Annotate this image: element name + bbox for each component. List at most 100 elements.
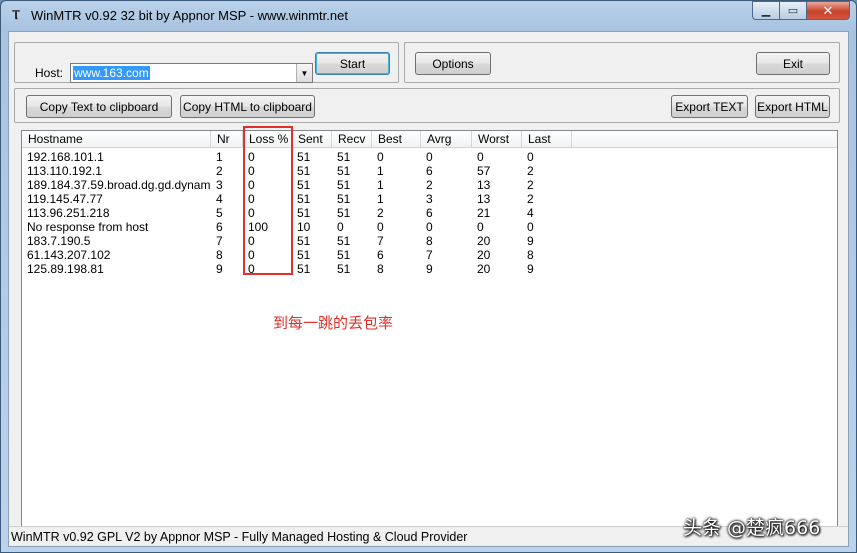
cell-loss: 100 xyxy=(248,220,269,234)
cell-best: 1 xyxy=(377,192,384,206)
cell-hostname: 125.89.198.81 xyxy=(27,262,104,276)
cell-nr: 3 xyxy=(216,178,223,192)
title-bar[interactable]: Ⲧ WinMTR v0.92 32 bit by Appnor MSP - ww… xyxy=(1,1,856,30)
cell-best: 0 xyxy=(377,150,384,164)
cell-nr: 1 xyxy=(216,150,223,164)
cell-nr: 7 xyxy=(216,234,223,248)
cell-recv: 51 xyxy=(337,178,351,192)
cell-last: 2 xyxy=(527,178,534,192)
cell-last: 2 xyxy=(527,192,534,206)
column-header-best[interactable]: Best xyxy=(372,131,421,148)
options-button[interactable]: Options xyxy=(415,52,491,75)
cell-avrg: 0 xyxy=(426,220,433,234)
cell-best: 7 xyxy=(377,234,384,248)
column-header-sent[interactable]: Sent xyxy=(292,131,332,148)
cell-last: 2 xyxy=(527,164,534,178)
table-row[interactable]: 113.96.251.218 5 0 51 51 2 6 21 4 xyxy=(22,206,837,220)
cell-loss: 0 xyxy=(248,262,255,276)
cell-worst: 0 xyxy=(477,150,484,164)
start-button[interactable]: Start xyxy=(315,52,390,75)
column-header-avrg[interactable]: Avrg xyxy=(421,131,472,148)
cell-last: 9 xyxy=(527,262,534,276)
cell-avrg: 3 xyxy=(426,192,433,206)
table-row[interactable]: 125.89.198.81 9 0 51 51 8 9 20 9 xyxy=(22,262,837,276)
minimize-button[interactable]: ▁ xyxy=(752,1,779,20)
table-row[interactable]: No response from host 6 100 10 0 0 0 0 0 xyxy=(22,220,837,234)
column-header-hostname[interactable]: Hostname xyxy=(22,131,211,148)
table-row[interactable]: 192.168.101.1 1 0 51 51 0 0 0 0 xyxy=(22,150,837,164)
cell-recv: 51 xyxy=(337,262,351,276)
cell-loss: 0 xyxy=(248,178,255,192)
column-header-recv[interactable]: Recv xyxy=(332,131,372,148)
cell-recv: 51 xyxy=(337,164,351,178)
cell-last: 8 xyxy=(527,248,534,262)
cell-best: 1 xyxy=(377,178,384,192)
cell-worst: 13 xyxy=(477,178,491,192)
options-group: Options Exit xyxy=(404,42,840,83)
window-title: WinMTR v0.92 32 bit by Appnor MSP - www.… xyxy=(31,8,348,23)
results-table[interactable]: Hostname Nr Loss % Sent Recv Best Avrg W… xyxy=(21,130,838,527)
cell-nr: 2 xyxy=(216,164,223,178)
winmtr-app-icon[interactable]: Ⲧ xyxy=(9,8,23,22)
column-header-worst[interactable]: Worst xyxy=(472,131,522,148)
table-row[interactable]: 61.143.207.102 8 0 51 51 6 7 20 8 xyxy=(22,248,837,262)
cell-hostname: 192.168.101.1 xyxy=(27,150,104,164)
export-text-button[interactable]: Export TEXT xyxy=(671,95,748,118)
cell-sent: 51 xyxy=(297,248,311,262)
cell-nr: 6 xyxy=(216,220,223,234)
table-row[interactable]: 183.7.190.5 7 0 51 51 7 8 20 9 xyxy=(22,234,837,248)
cell-best: 1 xyxy=(377,164,384,178)
cell-avrg: 9 xyxy=(426,262,433,276)
cell-worst: 13 xyxy=(477,192,491,206)
cell-hostname: 183.7.190.5 xyxy=(27,234,91,248)
cell-worst: 21 xyxy=(477,206,491,220)
cell-best: 6 xyxy=(377,248,384,262)
cell-loss: 0 xyxy=(248,248,255,262)
cell-avrg: 7 xyxy=(426,248,433,262)
cell-worst: 20 xyxy=(477,234,491,248)
cell-hostname: 61.143.207.102 xyxy=(27,248,111,262)
cell-worst: 57 xyxy=(477,164,491,178)
export-html-button[interactable]: Export HTML xyxy=(755,95,830,118)
cell-avrg: 6 xyxy=(426,206,433,220)
cell-recv: 51 xyxy=(337,150,351,164)
host-combobox[interactable]: www.163.com ▼ xyxy=(70,63,313,83)
exit-button[interactable]: Exit xyxy=(756,52,830,75)
copy-text-button[interactable]: Copy Text to clipboard xyxy=(26,95,172,118)
copy-html-button[interactable]: Copy HTML to clipboard xyxy=(180,95,315,118)
cell-sent: 51 xyxy=(297,206,311,220)
column-header-last[interactable]: Last xyxy=(522,131,572,148)
cell-hostname: 113.96.251.218 xyxy=(27,206,110,220)
cell-avrg: 8 xyxy=(426,234,433,248)
host-input[interactable]: www.163.com xyxy=(73,66,150,80)
maximize-button[interactable]: ▭ xyxy=(779,1,806,20)
cell-sent: 51 xyxy=(297,262,311,276)
column-header-loss[interactable]: Loss % xyxy=(243,131,292,148)
cell-sent: 10 xyxy=(297,220,311,234)
annotation-label: 到每一跳的丢包率 xyxy=(273,314,394,332)
cell-sent: 51 xyxy=(297,234,311,248)
cell-last: 4 xyxy=(527,206,534,220)
client-area: Host: www.163.com ▼ Start Options Exit C… xyxy=(8,31,849,547)
host-label: Host: xyxy=(35,66,64,80)
cell-last: 0 xyxy=(527,220,534,234)
table-row[interactable]: 113.110.192.1 2 0 51 51 1 6 57 2 xyxy=(22,164,837,178)
close-button[interactable]: ✕ xyxy=(806,1,850,20)
cell-loss: 0 xyxy=(248,206,255,220)
cell-sent: 51 xyxy=(297,150,311,164)
cell-avrg: 0 xyxy=(426,150,433,164)
cell-nr: 4 xyxy=(216,192,223,206)
cell-nr: 5 xyxy=(216,206,223,220)
table-row[interactable]: 119.145.47.77 4 0 51 51 1 3 13 2 xyxy=(22,192,837,206)
cell-worst: 0 xyxy=(477,220,484,234)
cell-best: 0 xyxy=(377,220,384,234)
cell-nr: 9 xyxy=(216,262,223,276)
column-header-nr[interactable]: Nr xyxy=(211,131,243,148)
watermark: 头条 @楚疯666 xyxy=(683,517,821,539)
cell-last: 9 xyxy=(527,234,534,248)
chevron-down-icon[interactable]: ▼ xyxy=(296,64,312,82)
cell-hostname: 189.184.37.59.broad.dg.gd.dynamic.... xyxy=(27,178,211,192)
table-row[interactable]: 189.184.37.59.broad.dg.gd.dynamic.... 3 0 5… xyxy=(22,178,837,192)
cell-avrg: 2 xyxy=(426,178,433,192)
cell-sent: 51 xyxy=(297,192,311,206)
